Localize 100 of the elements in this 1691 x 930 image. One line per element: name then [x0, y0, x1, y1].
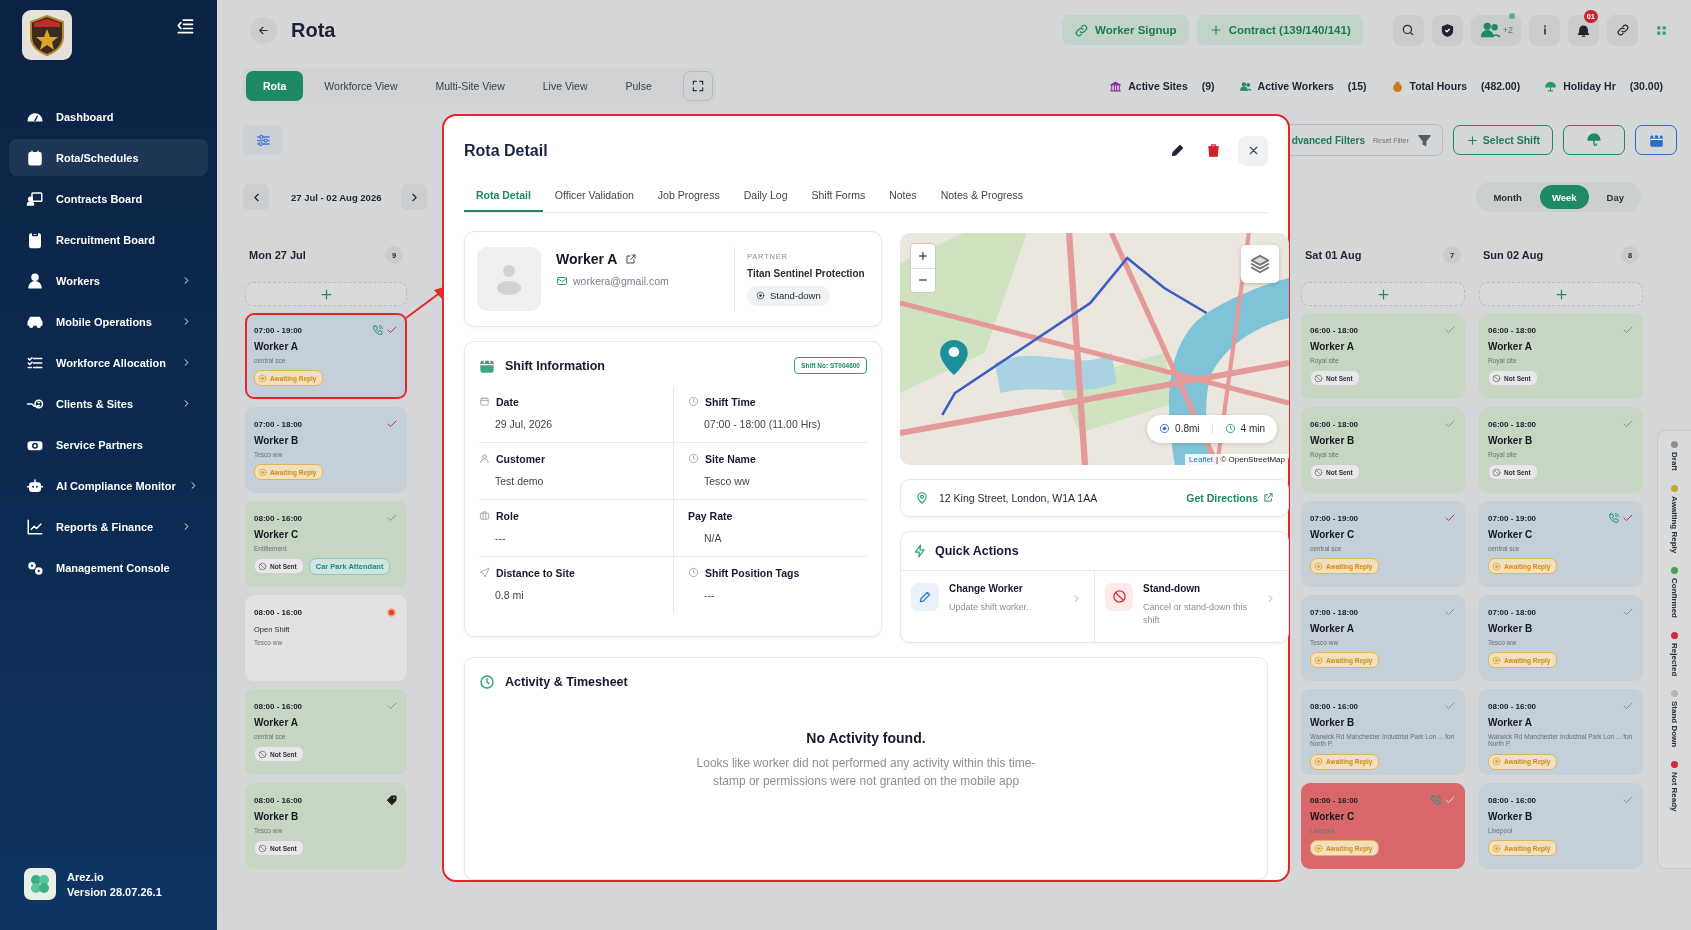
ban-icon: [258, 561, 267, 571]
shift-time: 07:00 - 18:00: [254, 419, 303, 429]
umbrella-button[interactable]: [1563, 125, 1625, 155]
map-pin-icon: [915, 490, 929, 505]
previous-week-button[interactable]: [243, 184, 269, 210]
lightning-icon: [913, 543, 927, 558]
shift-time: 08:00 - 16:00: [254, 795, 303, 805]
field-label: Site Name: [705, 452, 756, 465]
shield-check-icon: [1439, 22, 1455, 38]
view-tab[interactable]: Workforce View: [307, 71, 415, 101]
nav-item[interactable]: Service Partners: [9, 426, 208, 463]
worker-name: Worker A: [254, 341, 299, 352]
quick-action[interactable]: Change Worker Update shift worker.: [901, 570, 1094, 642]
app-version: Version 28.07.26.1: [67, 885, 162, 898]
robot-icon: [26, 476, 44, 495]
clipboard-icon: [26, 230, 44, 249]
shift-time: 08:00 - 16:00: [254, 701, 303, 711]
open-profile-button[interactable]: [625, 252, 638, 265]
shift-time: 07:00 - 19:00: [254, 325, 303, 335]
worker-name: Worker A: [1488, 717, 1533, 728]
nav-item[interactable]: Rota/Schedules: [9, 139, 208, 176]
expand-icon: [690, 79, 705, 93]
nav-item[interactable]: AI Compliance Monitor: [9, 467, 208, 504]
collapse-menu-button[interactable]: [175, 16, 195, 36]
calendar-icon: [1648, 132, 1664, 148]
detail-tab[interactable]: Job Progress: [645, 179, 732, 212]
stat-label: Total Hours: [1409, 80, 1468, 92]
plus-icon: [1208, 23, 1223, 37]
nav-item[interactable]: Clients & Sites: [9, 385, 208, 422]
filter-settings-button[interactable]: [243, 125, 283, 155]
nav-item[interactable]: Mobile Operations: [9, 303, 208, 340]
nav-item[interactable]: Workers: [9, 262, 208, 299]
partner-name: Titan Sentinel Protection: [747, 267, 866, 279]
close-button[interactable]: [1238, 135, 1268, 166]
advanced-filters-button[interactable]: dvanced Filters: [1291, 134, 1365, 146]
calendar-button[interactable]: [1635, 125, 1677, 155]
detail-tab[interactable]: Notes: [877, 179, 929, 212]
detail-tab[interactable]: Daily Log: [731, 179, 800, 212]
pencil-icon: [918, 589, 932, 604]
location-icon: [1159, 423, 1171, 435]
view-tab[interactable]: Rota: [246, 71, 304, 101]
fullscreen-button[interactable]: [682, 71, 713, 101]
detail-tab[interactable]: Rota Detail: [464, 179, 543, 212]
quick-action[interactable]: Stand-down Cancel or stand-down this shift: [1094, 570, 1288, 642]
back-button[interactable]: [250, 16, 277, 44]
mail-icon: [556, 274, 568, 287]
field-label: Distance to Site: [496, 566, 575, 579]
section-title: Activity & Timesheet: [505, 674, 628, 689]
nav-item[interactable]: Contracts Board: [9, 180, 208, 217]
address-text: 12 King Street, London, W1A 1AA: [939, 491, 1098, 504]
legend-label: Draft: [1670, 452, 1679, 471]
detail-tab[interactable]: Shift Forms: [799, 179, 878, 212]
field-label: Shift Time: [705, 395, 756, 408]
nav-item[interactable]: Recruitment Board: [9, 221, 208, 258]
shift-time: 07:00 - 19:00: [1310, 513, 1359, 523]
get-directions-link[interactable]: Get Directions: [1186, 491, 1274, 504]
worker-email: workera@gmail.com: [573, 274, 669, 287]
view-tab[interactable]: Multi-Site View: [418, 71, 522, 101]
shift-time: 06:00 - 18:00: [1310, 419, 1359, 429]
page-title: Rota: [291, 18, 336, 42]
view-tab[interactable]: Live View: [525, 71, 605, 101]
shift-time: 06:00 - 18:00: [1310, 325, 1359, 335]
layers-button[interactable]: [1241, 244, 1279, 283]
nav-item[interactable]: Dashboard: [9, 98, 208, 135]
field-value: Test demo: [494, 474, 545, 487]
empty-message: Looks like worker did not performed any activity within this time-stamp or permissions were not granted on the mobile app: [695, 754, 1037, 790]
worker-name: Worker A: [1488, 341, 1533, 352]
people-icon: [1238, 79, 1252, 93]
detail-tab[interactable]: Officer Validation: [542, 179, 646, 212]
plus-icon: [1553, 286, 1569, 302]
nav-item[interactable]: Workforce Allocation: [9, 344, 208, 381]
shift-time: 08:00 - 16:00: [1488, 701, 1537, 711]
worker-name: Worker B: [1310, 717, 1356, 728]
detail-tab[interactable]: Notes & Progress: [928, 179, 1035, 212]
nav-item[interactable]: Management Console: [9, 549, 208, 586]
nav-item[interactable]: Reports & Finance: [9, 508, 208, 545]
shift-time: 07:00 - 18:00: [1310, 607, 1359, 617]
worker-name: Worker C: [1488, 529, 1534, 540]
stat-value: (9): [1201, 80, 1215, 92]
worker-name: Worker B: [254, 435, 300, 446]
search-button[interactable]: [1392, 14, 1424, 46]
link-button[interactable]: [1607, 14, 1638, 46]
plus-icon: [318, 286, 334, 302]
menu-collapse-icon: [175, 16, 195, 36]
presenter-icon: [26, 189, 44, 208]
field-value: Tesco ww: [703, 474, 751, 487]
stat-value: (482.00): [1481, 80, 1521, 92]
ban-icon: [1111, 589, 1127, 605]
select-shift-button[interactable]: Select Shift: [1452, 125, 1553, 155]
calendar-icon: [26, 148, 44, 167]
view-tab[interactable]: Pulse: [608, 71, 669, 101]
shield-button[interactable]: [1431, 14, 1463, 46]
leaflet-link[interactable]: Leaflet: [1189, 454, 1214, 464]
stat-value: (15): [1347, 80, 1367, 92]
period-tab[interactable]: Week: [1539, 185, 1589, 209]
period-tab[interactable]: Month: [1479, 185, 1536, 209]
worker-name: Worker B: [1488, 811, 1534, 822]
period-tab[interactable]: Day: [1592, 185, 1638, 209]
shift-time: 08:00 - 16:00: [1310, 795, 1359, 805]
layers-icon: [1249, 252, 1271, 275]
